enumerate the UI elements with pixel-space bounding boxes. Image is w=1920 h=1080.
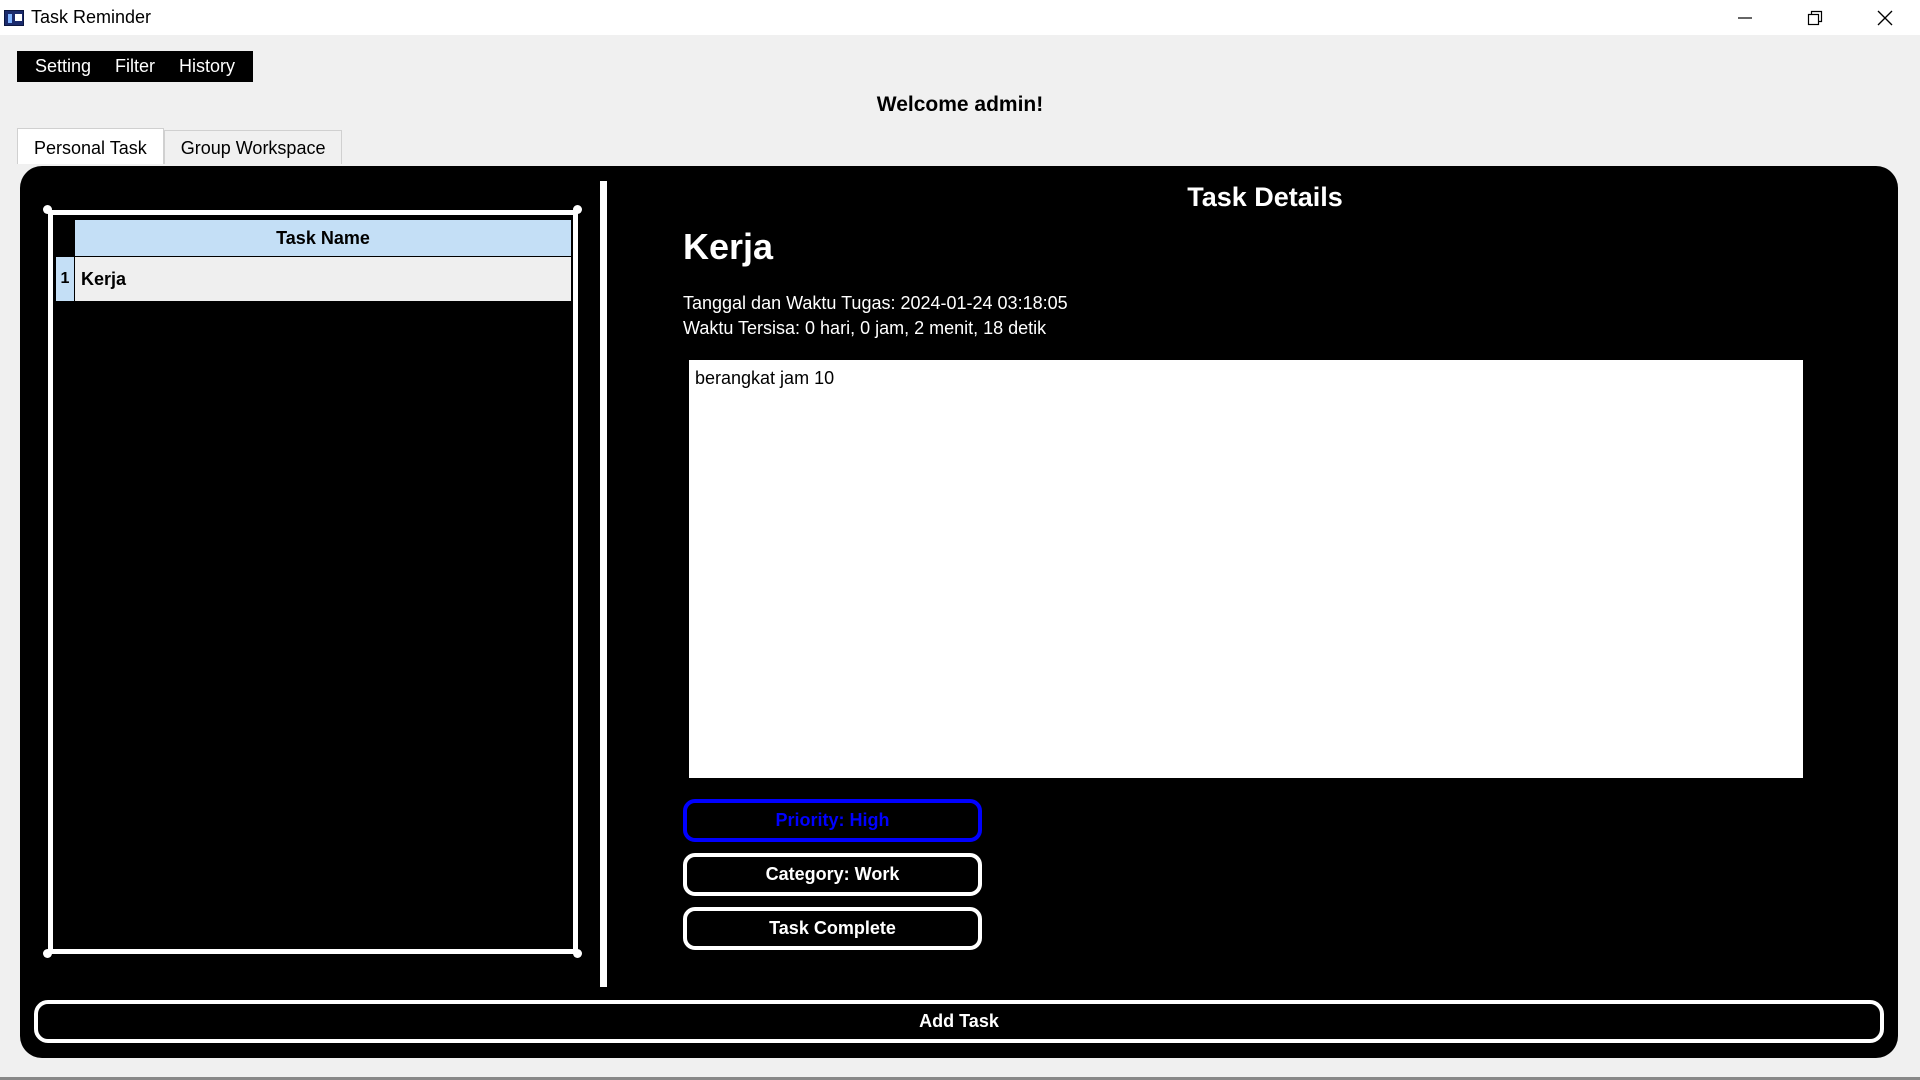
main-panel: Task Name 1 Kerja Task Details Kerja Tan… [20,166,1898,1058]
column-header-task-name[interactable]: Task Name [75,220,571,256]
menu-history[interactable]: History [167,51,247,82]
table-row[interactable]: Kerja [75,257,571,301]
menu-filter[interactable]: Filter [103,51,167,82]
tab-personal-task[interactable]: Personal Task [17,128,164,164]
priority-button[interactable]: Priority: High [683,799,982,842]
task-table[interactable]: Task Name 1 Kerja [48,210,578,954]
close-icon [1877,10,1893,25]
task-description[interactable]: berangkat jam 10 [689,360,1803,778]
tab-group-workspace[interactable]: Group Workspace [163,130,343,164]
resize-handle[interactable] [573,949,582,958]
task-complete-button[interactable]: Task Complete [683,907,982,950]
task-title: Kerja [683,226,774,267]
close-button[interactable] [1850,0,1920,35]
task-remaining-time: Waktu Tersisa: 0 hari, 0 jam, 2 menit, 1… [683,318,1047,338]
row-number[interactable]: 1 [56,257,74,301]
minimize-button[interactable] [1710,0,1780,35]
resize-handle[interactable] [43,949,52,958]
title-bar: Task Reminder [0,0,1920,35]
menu-setting[interactable]: Setting [23,51,103,82]
app-icon [4,9,24,26]
resize-handle[interactable] [573,205,582,214]
details-heading: Task Details [1187,182,1343,212]
add-task-button[interactable]: Add Task [34,1000,1884,1043]
minimize-icon [1738,16,1752,19]
maximize-button[interactable] [1780,0,1850,35]
panel-splitter[interactable] [600,181,607,987]
resize-handle[interactable] [43,205,52,214]
tab-bar: Personal Task Group Workspace [17,128,343,164]
task-datetime: Tanggal dan Waktu Tugas: 2024-01-24 03:1… [683,293,1068,313]
window-title: Task Reminder [31,7,152,27]
maximize-icon [1807,10,1823,25]
category-button[interactable]: Category: Work [683,853,982,896]
welcome-message: Welcome admin! [876,93,1044,116]
menu-bar: Setting Filter History [17,51,254,82]
